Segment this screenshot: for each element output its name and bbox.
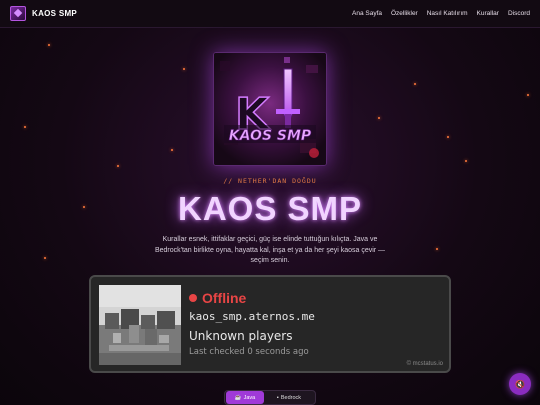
speaker-muted-icon: 🔇 [515,379,525,389]
nav-link-kurallar[interactable]: Kurallar [477,10,499,17]
block-icon: ▪ [276,394,279,401]
brand-name: KAOS SMP [32,9,78,18]
ember-particle [183,68,185,70]
server-status-card: Offline kaos_smp.aternos.me Unknown play… [89,275,451,373]
last-checked: Last checked 0 seconds ago [189,347,309,357]
tab-bedrock[interactable]: ▪ Bedrock [264,391,314,404]
ember-particle [378,117,380,119]
status-dot-icon [189,294,197,302]
nav-link-discord[interactable]: Discord [508,10,530,17]
ember-particle [447,136,449,138]
ember-particle [436,248,438,250]
ember-particle [48,44,50,46]
server-logo: K KAOS SMP [213,52,327,166]
ember-particle [24,126,26,128]
ember-particle [171,149,173,151]
hero-description: Kurallar esnek, ittifaklar geçici, güç i… [154,236,386,264]
tab-bedrock-label: Bedrock [280,394,302,401]
ember-particle [465,160,467,162]
hero-title: KAOS SMP [177,190,363,227]
brand[interactable]: KAOS SMP [10,6,77,21]
coffee-icon: ☕ [234,394,242,401]
hero-subtitle: // NETHER'DAN DOĞDU [223,177,317,185]
status-text: Offline [202,290,247,306]
navbar: KAOS SMP Ana Sayfa Özellikler Nasıl Katı… [0,0,540,28]
tab-java[interactable]: ☕ Java [226,391,264,404]
nav-link-ana-sayfa[interactable]: Ana Sayfa [352,10,382,17]
tab-java-label: Java [243,394,256,401]
brand-logo-icon [10,6,26,21]
server-thumbnail [99,285,181,365]
nav-link-ozellikler[interactable]: Özellikler [391,10,418,17]
ember-particle [527,94,529,96]
music-toggle-button[interactable]: 🔇 [509,373,531,395]
edition-toggle: ☕ Java ▪ Bedrock [224,390,316,405]
nav-links: Ana Sayfa Özellikler Nasıl Katılırım Kur… [352,0,530,27]
status-indicator: Offline [189,290,246,306]
player-count: Unknown players [189,329,293,343]
nav-link-nasil-katilirim[interactable]: Nasıl Katılırım [427,10,468,17]
ember-particle [44,257,46,259]
ember-particle [117,165,119,167]
ember-particle [414,83,416,85]
logo-text: KAOS SMP [229,128,312,144]
mcstatus-credit[interactable]: © mcstatus.io [407,361,443,367]
server-address[interactable]: kaos_smp.aternos.me [189,310,315,323]
